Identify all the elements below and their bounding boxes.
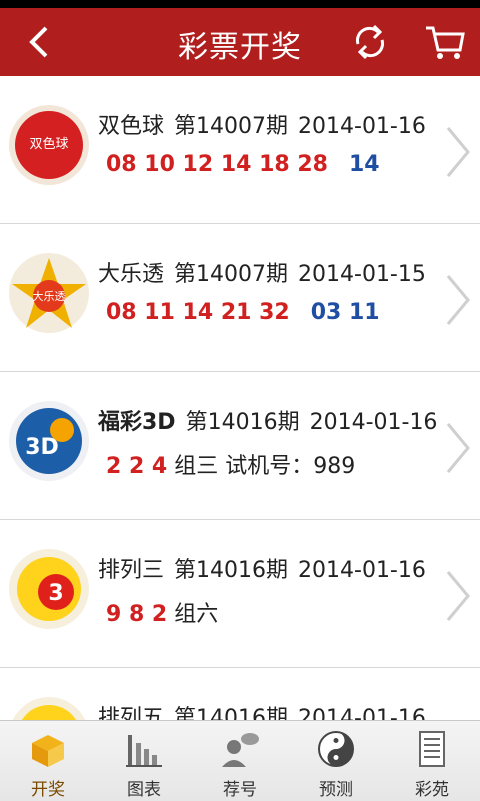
lottery-item-pailiewu[interactable]: 排列五 第14016期 2014-01-16	[0, 668, 480, 720]
tab-jianhao[interactable]: 荐号	[192, 721, 288, 801]
lottery-numbers: 2 2 4 组三 试机号：989	[106, 448, 355, 480]
lottery-date: 2014-01-16	[298, 114, 426, 139]
lottery-title: 排列三 第14016期 2014-01-16	[98, 552, 436, 584]
pailiewu-logo	[12, 697, 86, 720]
bar-chart-icon	[126, 735, 162, 767]
chevron-right-icon	[446, 275, 470, 325]
lottery-date: 2014-01-16	[298, 558, 426, 583]
chevron-right-icon	[446, 571, 470, 621]
red-numbers: 9 8 2	[106, 602, 168, 627]
app-header: 彩票开奖	[0, 8, 480, 76]
tab-label: 图表	[127, 780, 161, 800]
lottery-numbers: 9 8 2 组六	[106, 596, 218, 628]
lottery-item-daletou[interactable]: 大乐透 大乐透 第14007期 2014-01-15 08 11 14 21 32 …	[0, 224, 480, 372]
lottery-issue: 第14016期	[174, 558, 289, 583]
blue-numbers: 03 11	[310, 300, 380, 325]
bottom-tab-bar: 开奖 图表 荐号 预测 彩苑	[0, 720, 480, 801]
lottery-issue: 第14016期	[185, 410, 300, 435]
lottery-issue: 第14016期	[174, 706, 289, 720]
lottery-name: 双色球	[98, 114, 165, 139]
tab-yuce[interactable]: 预测	[288, 721, 384, 801]
daletou-logo: 大乐透	[9, 253, 89, 333]
box-icon	[32, 735, 64, 767]
tab-label: 预测	[319, 780, 353, 800]
lottery-item-shuangseqiu[interactable]: 双色球 双色球 第14007期 2014-01-16 08 10 12 14 18 …	[0, 76, 480, 224]
lottery-title: 排列五 第14016期 2014-01-16	[98, 700, 436, 720]
extra-info: 组六	[174, 602, 219, 627]
tab-tubiao[interactable]: 图表	[96, 721, 192, 801]
cart-icon[interactable]	[424, 22, 466, 62]
lottery-item-fucai3d[interactable]: 3D 福彩3D 第14016期 2014-01-16 2 2 4 组三 试机号：98…	[0, 372, 480, 520]
document-icon	[419, 731, 445, 767]
blue-numbers: 14	[348, 152, 380, 177]
lottery-title: 福彩3D 第14016期 2014-01-16	[98, 404, 447, 436]
red-numbers: 2 2 4	[106, 454, 168, 479]
tab-label: 开奖	[31, 780, 65, 800]
svg-text:双色球: 双色球	[29, 136, 68, 152]
tab-label: 彩苑	[415, 780, 449, 800]
svg-text:大乐透: 大乐透	[33, 289, 66, 303]
lottery-issue: 第14007期	[174, 114, 289, 139]
tab-label: 荐号	[223, 780, 257, 800]
yin-yang-icon	[318, 731, 354, 767]
extra-info: 组三 试机号：989	[174, 454, 356, 479]
svg-text:3: 3	[48, 581, 63, 606]
lottery-issue: 第14007期	[174, 262, 289, 287]
chevron-right-icon	[446, 423, 470, 473]
lottery-list: 双色球 双色球 第14007期 2014-01-16 08 10 12 14 18 …	[0, 76, 480, 720]
person-chat-icon	[222, 733, 259, 767]
lottery-name: 大乐透	[98, 262, 165, 287]
shuangseqiu-logo: 双色球	[9, 105, 89, 185]
lottery-name: 福彩3D	[98, 410, 176, 435]
refresh-icon[interactable]	[350, 22, 390, 62]
status-bar	[0, 0, 480, 8]
lottery-title: 双色球 第14007期 2014-01-16	[98, 108, 436, 140]
lottery-item-pailiesan[interactable]: 3 排列三 第14016期 2014-01-16 9 8 2 组六	[0, 520, 480, 668]
tab-kaijiang[interactable]: 开奖	[0, 721, 96, 801]
lottery-date: 2014-01-16	[298, 706, 426, 720]
lottery-numbers: 08 10 12 14 18 28 14	[106, 152, 380, 177]
lottery-name: 排列五	[98, 706, 165, 720]
red-numbers: 08 10 12 14 18 28	[106, 152, 328, 177]
lottery-title: 大乐透 第14007期 2014-01-15	[98, 256, 436, 288]
svg-text:3D: 3D	[25, 435, 59, 460]
page-title: 彩票开奖	[178, 30, 302, 65]
lottery-numbers: 08 11 14 21 32 03 11	[106, 300, 380, 325]
chevron-right-icon	[446, 127, 470, 177]
fucai3d-logo: 3D	[9, 401, 89, 481]
lottery-date: 2014-01-16	[309, 410, 438, 435]
lottery-name: 排列三	[98, 558, 165, 583]
pailiesan-logo: 3	[9, 549, 89, 629]
tab-caiyuan[interactable]: 彩苑	[384, 721, 480, 801]
lottery-date: 2014-01-15	[298, 262, 426, 287]
red-numbers: 08 11 14 21 32	[106, 300, 290, 325]
